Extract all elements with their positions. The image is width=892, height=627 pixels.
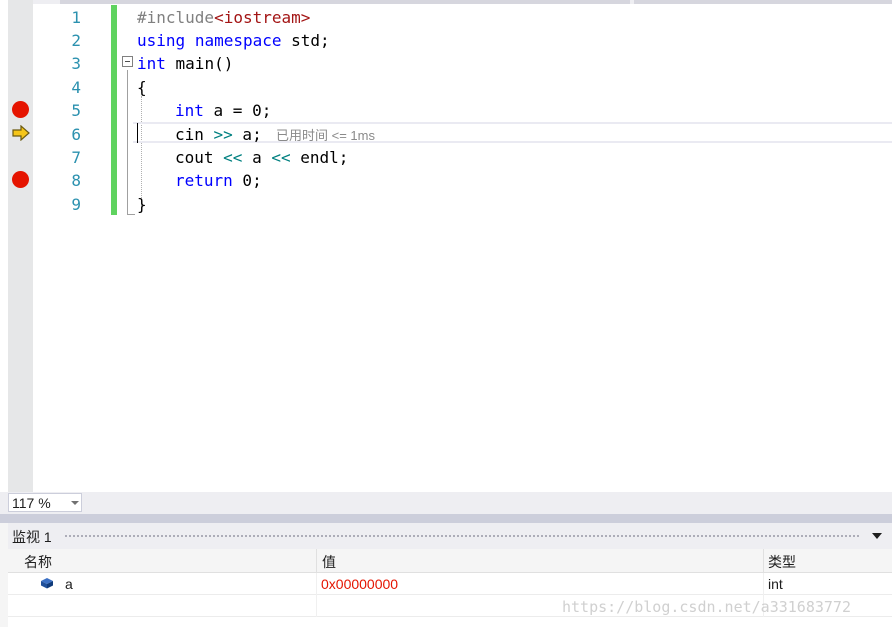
keyword: int — [137, 54, 166, 73]
code-line-4[interactable]: { — [137, 76, 147, 99]
line-number: 8 — [71, 171, 81, 190]
code-line-2[interactable]: using namespace std; — [137, 29, 330, 52]
collapse-outline-icon[interactable] — [122, 56, 133, 67]
changes-margin-bar — [111, 5, 117, 215]
watch-left-edge — [0, 523, 8, 627]
indent-guide — [141, 96, 142, 208]
keyword: namespace — [194, 31, 282, 50]
chevron-down-icon[interactable] — [68, 494, 81, 511]
text-caret — [137, 123, 138, 143]
code-line-3[interactable]: int main() — [137, 52, 233, 75]
line-number: 1 — [71, 8, 81, 27]
variable-cube-icon — [41, 578, 53, 589]
line-number: 3 — [71, 54, 81, 73]
watch-window-title: 监视 1 — [12, 529, 52, 545]
line-number: 4 — [71, 78, 81, 97]
code-text: a; — [232, 125, 262, 144]
column-divider[interactable] — [316, 549, 317, 573]
editor-status-bar: 117 % — [0, 492, 892, 514]
window-menu-dropdown-icon[interactable] — [870, 529, 884, 541]
line-number: 5 — [71, 101, 81, 120]
code-editor[interactable]: 1 2 3 4 5 6 7 8 9 #include<iostream> usi… — [0, 0, 892, 492]
line-number: 2 — [71, 31, 81, 50]
perf-tip[interactable]: 已用时间 <= 1ms — [276, 125, 375, 144]
code-text: a = 0; — [203, 101, 272, 120]
glyph-margin[interactable] — [8, 0, 33, 492]
column-divider — [763, 573, 764, 595]
instruction-pointer-arrow-icon[interactable] — [12, 125, 30, 141]
outline-line-end — [127, 214, 135, 215]
column-header-name[interactable]: 名称 — [24, 552, 52, 572]
editor-left-edge — [0, 0, 8, 492]
panel-splitter[interactable] — [0, 514, 892, 523]
code-line-8[interactable]: return 0; — [175, 169, 262, 192]
operator: >> — [213, 125, 233, 144]
code-text: endl; — [290, 148, 349, 167]
zoom-level-dropdown[interactable]: 117 % — [8, 493, 82, 512]
operator: << — [223, 148, 243, 167]
include-header: <iostream> — [214, 8, 311, 27]
keyword: return — [175, 171, 233, 190]
breakpoint-icon[interactable] — [12, 171, 29, 188]
watch-row[interactable]: a 0x00000000 int — [8, 573, 892, 595]
code-line-6[interactable]: cin >> a; — [175, 123, 262, 146]
watch-row-name: a — [65, 576, 73, 592]
column-divider[interactable] — [763, 549, 764, 573]
code-line-5[interactable]: int a = 0; — [175, 99, 271, 122]
operator: << — [271, 148, 291, 167]
code-text: cout — [175, 148, 224, 167]
code-text: 0; — [232, 171, 262, 190]
code-line-9[interactable]: } — [137, 193, 147, 216]
breakpoint-icon[interactable] — [12, 101, 29, 118]
code-text: std; — [281, 31, 330, 50]
code-text: { — [137, 78, 147, 97]
line-number: 7 — [71, 148, 81, 167]
code-text: a — [242, 148, 272, 167]
watch-row-value[interactable]: 0x00000000 — [321, 576, 398, 592]
line-number: 6 — [71, 125, 81, 144]
code-text: main() — [165, 54, 234, 73]
tab-strip-edge — [0, 0, 892, 4]
code-line-7[interactable]: cout << a << endl; — [175, 146, 348, 169]
watch-row-type: int — [768, 576, 783, 592]
column-header-type[interactable]: 类型 — [768, 552, 796, 572]
watermark: https://blog.csdn.net/a331683772 — [562, 598, 851, 616]
title-bar-grip[interactable] — [64, 534, 860, 539]
outline-line — [127, 70, 128, 214]
column-divider — [316, 595, 317, 617]
zoom-level-value: 117 % — [12, 495, 51, 511]
code-line-1[interactable]: #include<iostream> — [137, 6, 310, 29]
keyword: int — [175, 101, 204, 120]
watch-grid-header: 名称 值 类型 — [8, 549, 892, 573]
line-number: 9 — [71, 195, 81, 214]
code-text: cin — [175, 125, 214, 144]
keyword: using — [137, 31, 186, 50]
code-text: } — [137, 195, 147, 214]
preprocessor-directive: #include — [137, 8, 215, 27]
column-header-value[interactable]: 值 — [322, 552, 336, 572]
column-divider — [316, 573, 317, 595]
